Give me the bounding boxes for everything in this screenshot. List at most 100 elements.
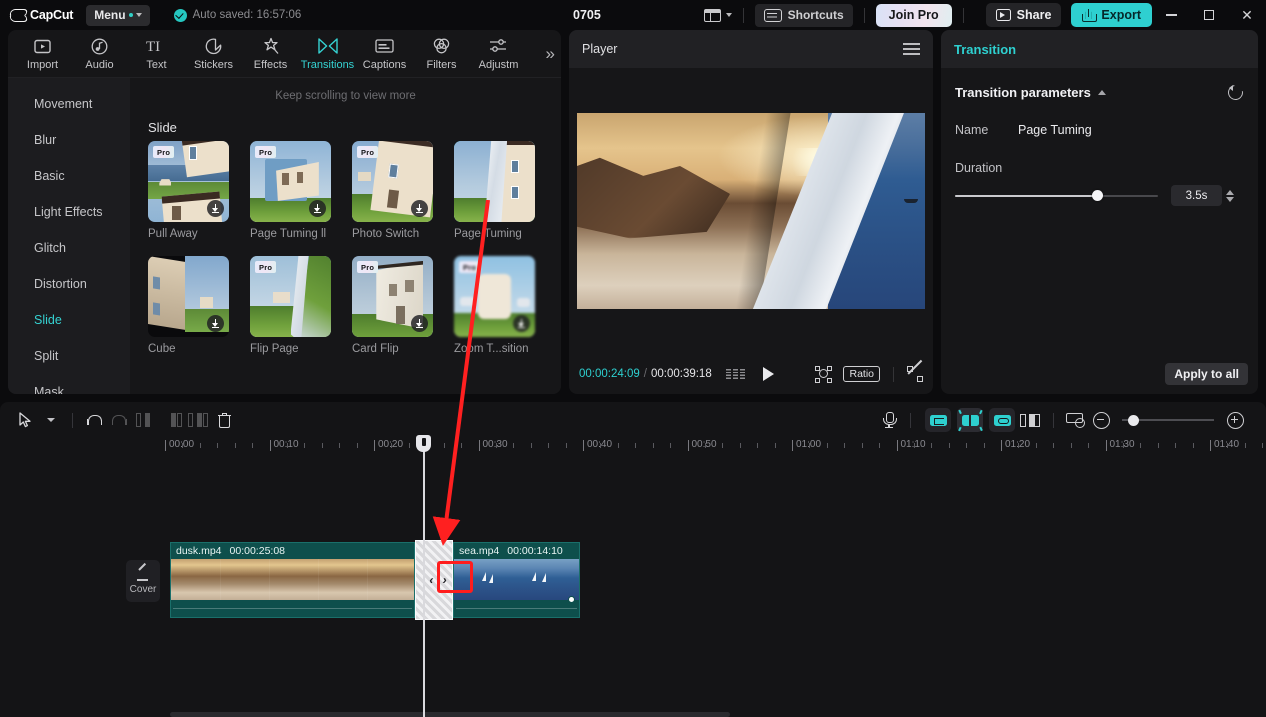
menu-button[interactable]: Menu xyxy=(86,4,150,26)
timeline-preview-icon[interactable] xyxy=(1062,407,1088,433)
transition-item-page-turning-ii[interactable]: Pro Page Tuming ll xyxy=(250,141,352,240)
frames-view-icon[interactable] xyxy=(725,368,745,380)
cover-button[interactable]: Cover xyxy=(126,560,160,602)
pro-badge: Pro xyxy=(459,261,481,273)
sidebar-item-distortion[interactable]: Distortion xyxy=(8,266,130,302)
duration-slider[interactable] xyxy=(955,189,1158,203)
shortcuts-button[interactable]: Shortcuts xyxy=(754,3,853,27)
tab-transitions[interactable]: Transitions xyxy=(299,36,356,71)
tab-text[interactable]: TI Text xyxy=(128,36,185,71)
minimize-icon xyxy=(1165,14,1177,16)
download-icon[interactable] xyxy=(207,200,224,217)
reset-icon[interactable] xyxy=(1227,84,1244,101)
transition-item-photo-switch[interactable]: Pro Photo Switch xyxy=(352,141,454,240)
player-menu-icon[interactable] xyxy=(903,40,920,58)
tab-adjustment[interactable]: Adjustm xyxy=(470,36,527,71)
ruler-minor-tick xyxy=(1192,443,1194,448)
redo-button[interactable] xyxy=(107,407,133,433)
transition-grid: Pro Pull Away Pro Page Tuming ll Pro Pho… xyxy=(148,141,561,355)
download-icon[interactable] xyxy=(207,315,224,332)
clip-keyframe-dot[interactable] xyxy=(568,596,575,603)
rock-shape xyxy=(577,157,731,239)
divider xyxy=(72,412,73,428)
transition-item-zoom-transition[interactable]: Pro Zoom T...sition xyxy=(454,256,556,355)
ruler-minor-tick xyxy=(339,443,341,448)
download-icon[interactable] xyxy=(411,315,428,332)
timeline-zoom-slider[interactable] xyxy=(1122,413,1214,427)
tab-import[interactable]: Import xyxy=(14,36,71,71)
duration-input[interactable]: 3.5s xyxy=(1171,185,1222,206)
sidebar-item-blur[interactable]: Blur xyxy=(8,122,130,158)
ruler-minor-tick xyxy=(844,443,846,448)
video-preview[interactable] xyxy=(577,113,925,309)
magnet-snap-toggle[interactable] xyxy=(957,408,983,432)
playhead-handle[interactable] xyxy=(416,435,431,452)
tab-effects[interactable]: Effects xyxy=(242,36,299,71)
export-button[interactable]: Export xyxy=(1071,3,1152,27)
library-body: Movement Blur Basic Light Effects Glitch… xyxy=(8,78,561,394)
sidebar-item-split[interactable]: Split xyxy=(8,338,130,374)
sidebar-item-light-effects[interactable]: Light Effects xyxy=(8,194,130,230)
horizontal-scrollbar[interactable] xyxy=(170,712,730,717)
timeline-clip-dusk[interactable]: dusk.mp4 00:00:25:08 xyxy=(170,542,415,618)
tab-stickers[interactable]: Stickers xyxy=(185,36,242,71)
play-button[interactable] xyxy=(762,367,774,381)
fullscreen-icon[interactable] xyxy=(907,359,923,382)
duration-stepper[interactable] xyxy=(1226,189,1234,202)
share-button[interactable]: Share xyxy=(985,3,1062,27)
tool-dropdown-button[interactable] xyxy=(38,407,64,433)
link-clips-toggle[interactable] xyxy=(989,408,1015,432)
tab-captions[interactable]: Captions xyxy=(356,36,413,71)
timeline-clip-sea[interactable]: sea.mp4 00:00:14:10 xyxy=(453,542,580,618)
delete-button[interactable] xyxy=(211,407,237,433)
split-right-button[interactable] xyxy=(159,407,185,433)
window-close-button[interactable]: ✕ xyxy=(1228,0,1266,30)
sidebar-item-mask[interactable]: Mask xyxy=(8,374,130,394)
sidebar-item-movement[interactable]: Movement xyxy=(8,86,130,122)
name-label: Name xyxy=(955,123,989,137)
chevron-up-icon[interactable] xyxy=(1097,90,1106,95)
transition-chip[interactable]: ‹ | › xyxy=(415,540,453,620)
apply-to-all-button[interactable]: Apply to all xyxy=(1165,363,1248,385)
sidebar-item-basic[interactable]: Basic xyxy=(8,158,130,194)
download-icon[interactable] xyxy=(513,315,530,332)
split-marker-button[interactable] xyxy=(1015,407,1045,433)
split-left-button[interactable] xyxy=(133,407,159,433)
sidebar-item-slide[interactable]: Slide xyxy=(8,302,130,338)
more-tabs-button[interactable]: » xyxy=(546,44,555,64)
transition-item-flip-page[interactable]: Pro Flip Page xyxy=(250,256,352,355)
section-title: Slide xyxy=(148,120,177,135)
split-clip-button[interactable] xyxy=(185,407,211,433)
ruler-minor-tick xyxy=(1122,443,1124,448)
transition-item-cube[interactable]: Cube xyxy=(148,256,250,355)
project-title: 0705 xyxy=(573,8,601,22)
window-maximize-button[interactable] xyxy=(1190,0,1228,30)
zoom-out-button[interactable] xyxy=(1088,407,1114,433)
transition-item-page-turning[interactable]: Page Tuming xyxy=(454,141,556,240)
transition-label: Page Tuming ll xyxy=(250,228,327,240)
tab-audio[interactable]: Audio xyxy=(71,36,128,71)
tab-filters[interactable]: Filters xyxy=(413,36,470,71)
download-icon[interactable] xyxy=(411,200,428,217)
transition-thumbnail: Pro xyxy=(148,141,229,222)
auto-fit-toggle[interactable] xyxy=(925,408,951,432)
transition-item-pull-away[interactable]: Pro Pull Away xyxy=(148,141,250,240)
selection-tool-button[interactable] xyxy=(12,407,38,433)
menu-notification-dot xyxy=(128,13,133,17)
import-icon xyxy=(34,36,51,56)
zoom-fit-icon[interactable] xyxy=(815,365,833,383)
record-voiceover-button[interactable] xyxy=(876,407,902,433)
transition-item-card-flip[interactable]: Pro Card Flip xyxy=(352,256,454,355)
timeline-ruler[interactable]: 00:0000:1000:2000:3000:4000:5001:0001:10… xyxy=(0,438,1266,460)
window-minimize-button[interactable] xyxy=(1152,0,1190,30)
sidebar-item-glitch[interactable]: Glitch xyxy=(8,230,130,266)
undo-button[interactable] xyxy=(81,407,107,433)
pro-badge: Pro xyxy=(357,146,379,158)
ruler-minor-tick xyxy=(617,443,619,448)
join-pro-button[interactable]: Join Pro xyxy=(875,3,952,27)
title-bar: CapCut Menu Auto saved: 16:57:06 0705 Sh… xyxy=(0,0,1266,30)
download-icon[interactable] xyxy=(309,200,326,217)
layout-switch-button[interactable] xyxy=(703,8,732,22)
ratio-button[interactable]: Ratio xyxy=(843,366,880,382)
zoom-in-button[interactable] xyxy=(1222,407,1248,433)
